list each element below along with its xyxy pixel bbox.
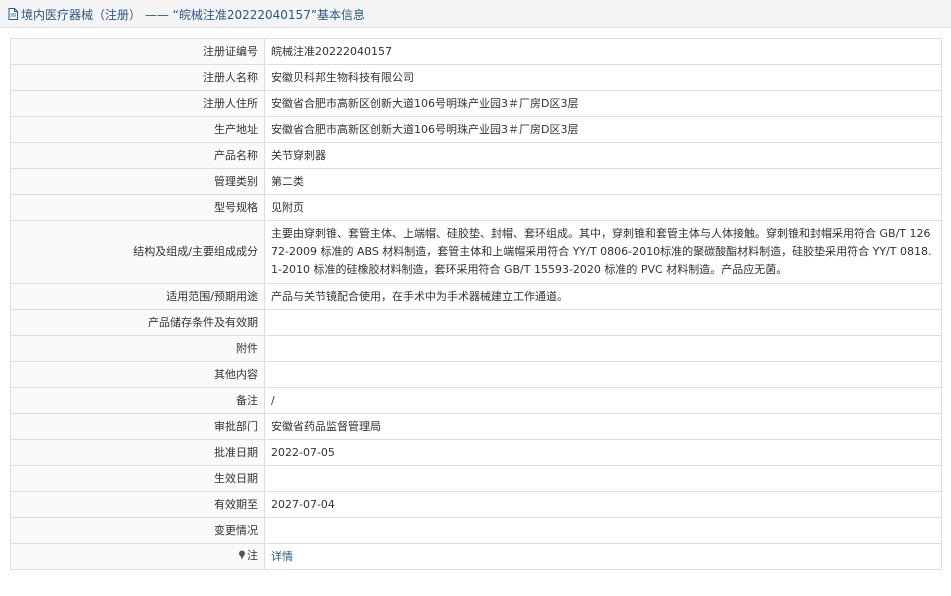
field-value: 2027-07-04 — [264, 491, 942, 518]
table-row: 有效期至 2027-07-04 — [10, 491, 942, 518]
table-row: 审批部门 安徽省药品监督管理局 — [10, 413, 942, 440]
field-label: 注册证编号 — [10, 38, 265, 65]
details-link[interactable]: 详情 — [271, 550, 293, 563]
table-row: 产品名称 关节穿刺器 — [10, 142, 942, 169]
field-label: 结构及组成/主要组成成分 — [10, 220, 265, 284]
field-label: 生效日期 — [10, 465, 265, 492]
field-value: 皖械注准20222040157 — [264, 38, 942, 65]
table-row: 适用范围/预期用途 产品与关节镜配合使用，在手术中为手术器械建立工作通道。 — [10, 283, 942, 310]
table-row: 注册证编号 皖械注准20222040157 — [10, 38, 942, 65]
table-row: 型号规格 见附页 — [10, 194, 942, 221]
table-row: 变更情况 — [10, 517, 942, 544]
field-value — [264, 335, 942, 362]
table-row: 结构及组成/主要组成成分 主要由穿刺锥、套管主体、上端帽、硅胶垫、封帽、套环组成… — [10, 220, 942, 284]
document-icon — [8, 8, 18, 23]
field-label: 注册人住所 — [10, 90, 265, 117]
table-row: 生效日期 — [10, 465, 942, 492]
note-value: 详情 — [264, 543, 942, 570]
field-label: 有效期至 — [10, 491, 265, 518]
field-label: 管理类别 — [10, 168, 265, 195]
field-value: 安徽贝科邦生物科技有限公司 — [264, 64, 942, 91]
table-row: 管理类别 第二类 — [10, 168, 942, 195]
field-value: 见附页 — [264, 194, 942, 221]
field-label: 适用范围/预期用途 — [10, 283, 265, 310]
note-label-text: 注 — [247, 549, 258, 562]
table-row: 其他内容 — [10, 361, 942, 388]
table-row: 批准日期 2022-07-05 — [10, 439, 942, 466]
field-value: 产品与关节镜配合使用，在手术中为手术器械建立工作通道。 — [264, 283, 942, 310]
field-value: 安徽省合肥市高新区创新大道106号明珠产业园3＃厂房D区3层 — [264, 90, 942, 117]
field-value: 2022-07-05 — [264, 439, 942, 466]
table-row: 生产地址 安徽省合肥市高新区创新大道106号明珠产业园3＃厂房D区3层 — [10, 116, 942, 143]
field-label: 变更情况 — [10, 517, 265, 544]
info-table: 注册证编号 皖械注准20222040157 注册人名称 安徽贝科邦生物科技有限公… — [10, 38, 942, 570]
field-value: 第二类 — [264, 168, 942, 195]
field-label: 备注 — [10, 387, 265, 414]
page-header: 境内医疗器械（注册） —— “皖械注准20222040157”基本信息 — [0, 0, 951, 28]
field-label: 注册人名称 — [10, 64, 265, 91]
field-label: 批准日期 — [10, 439, 265, 466]
table-row: 注册人住所 安徽省合肥市高新区创新大道106号明珠产业园3＃厂房D区3层 — [10, 90, 942, 117]
field-value: 关节穿刺器 — [264, 142, 942, 169]
table-row: 产品储存条件及有效期 — [10, 309, 942, 336]
field-value — [264, 465, 942, 492]
field-value — [264, 517, 942, 544]
field-value — [264, 309, 942, 336]
field-label: 审批部门 — [10, 413, 265, 440]
table-row: 附件 — [10, 335, 942, 362]
field-label: 产品名称 — [10, 142, 265, 169]
field-label: 生产地址 — [10, 116, 265, 143]
page-title-text: 境内医疗器械（注册） —— “皖械注准20222040157”基本信息 — [21, 8, 366, 22]
field-label: 附件 — [10, 335, 265, 362]
table-row: 备注 / — [10, 387, 942, 414]
pin-icon — [238, 548, 246, 566]
table-row: 注册人名称 安徽贝科邦生物科技有限公司 — [10, 64, 942, 91]
field-label: 产品储存条件及有效期 — [10, 309, 265, 336]
field-label: 型号规格 — [10, 194, 265, 221]
field-value: 主要由穿刺锥、套管主体、上端帽、硅胶垫、封帽、套环组成。其中，穿刺锥和套管主体与… — [264, 220, 942, 284]
field-value — [264, 361, 942, 388]
page-title: 境内医疗器械（注册） —— “皖械注准20222040157”基本信息 — [8, 6, 365, 23]
field-value: 安徽省合肥市高新区创新大道106号明珠产业园3＃厂房D区3层 — [264, 116, 942, 143]
note-row: 注 详情 — [10, 543, 942, 570]
field-value: 安徽省药品监督管理局 — [264, 413, 942, 440]
note-label: 注 — [10, 543, 265, 570]
field-label: 其他内容 — [10, 361, 265, 388]
field-value: / — [264, 387, 942, 414]
